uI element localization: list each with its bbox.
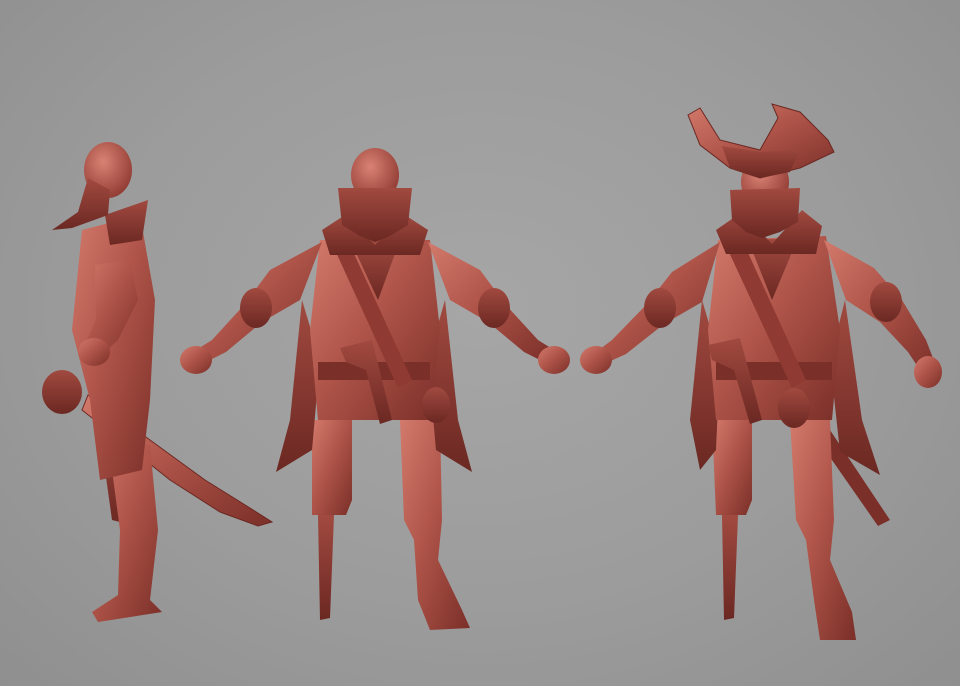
render-viewport	[0, 0, 960, 686]
peg-leg-2	[722, 515, 738, 620]
cutlass-hilt	[42, 370, 82, 414]
pirate-figure-three-quarter	[580, 103, 942, 640]
sculpt-render	[42, 103, 942, 640]
pirate-figure-front	[180, 148, 570, 630]
pirate-figure-side	[42, 142, 274, 622]
beard-side	[52, 178, 110, 230]
peg-leg	[318, 515, 334, 620]
